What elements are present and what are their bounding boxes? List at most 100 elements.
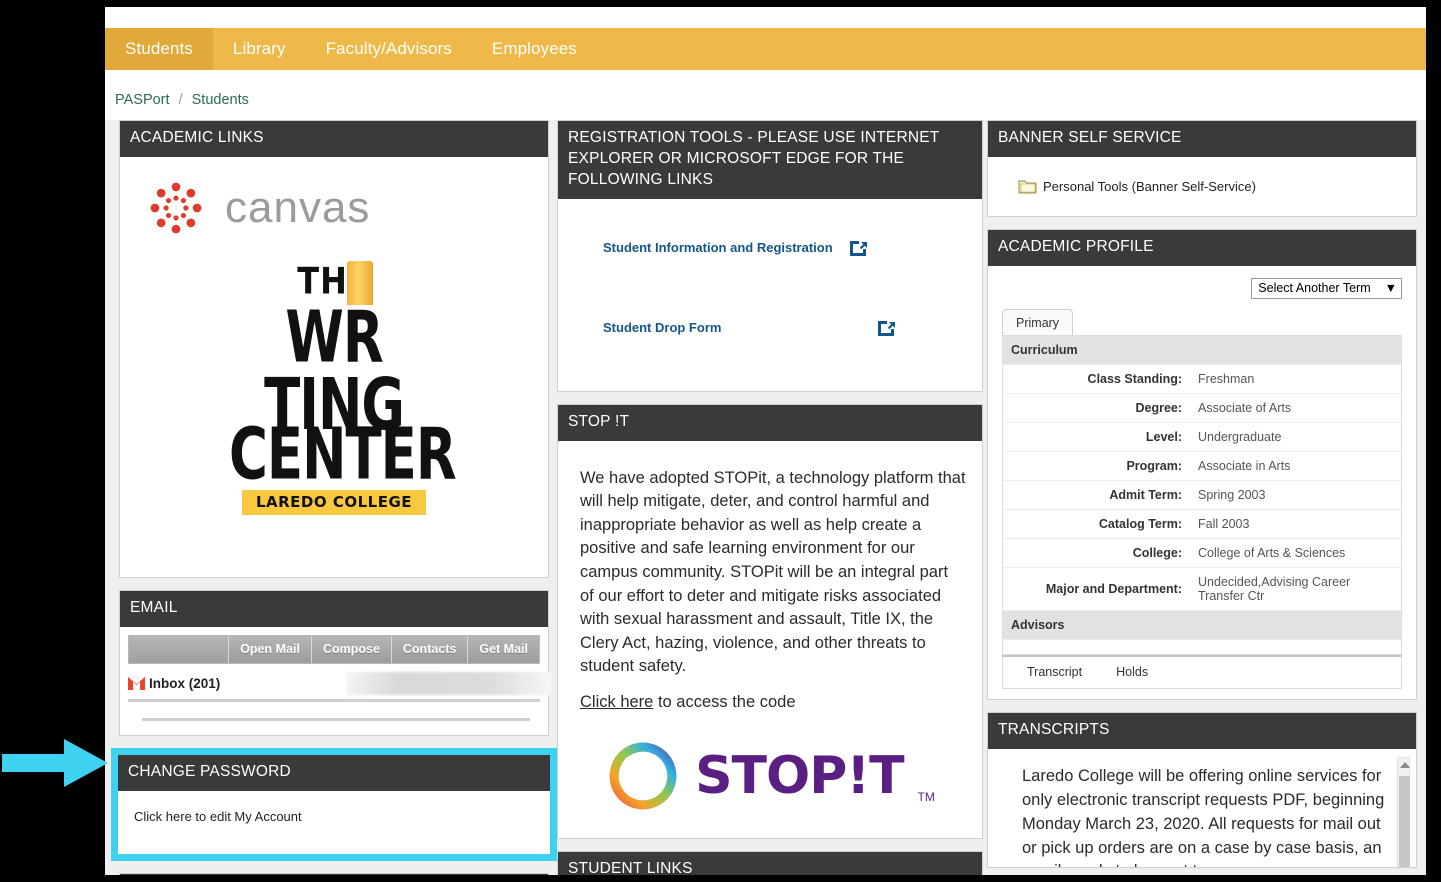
nav-tab-employees[interactable]: Employees: [472, 28, 597, 70]
scholarships-portlet: SCHOLARSHIPS: [119, 872, 549, 875]
student-links-portlet: STUDENT LINKS: [557, 851, 983, 875]
transcripts-body-text: Laredo College will be offering online s…: [1022, 766, 1385, 867]
curriculum-table: Curriculum Class Standing: Freshman Degr…: [1002, 334, 1402, 655]
academic-profile-portlet: ACADEMIC PROFILE Select Another Term ▼ P…: [987, 228, 1417, 700]
banner-self-service-title: BANNER SELF SERVICE: [988, 121, 1416, 157]
tab-primary[interactable]: Primary: [1002, 308, 1074, 335]
external-link-icon[interactable]: [877, 319, 899, 337]
chevron-down-icon: ▼: [1384, 280, 1397, 295]
banner-self-service-portlet: BANNER SELF SERVICE Personal Tools (Bann…: [987, 120, 1417, 217]
right-column: BANNER SELF SERVICE Personal Tools (Bann…: [987, 120, 1417, 875]
table-row: Major and Department: Undecided,Advising…: [1002, 567, 1402, 611]
major-department-label: Major and Department:: [1002, 567, 1191, 611]
student-information-registration-link[interactable]: Student Information and Registration: [603, 240, 833, 255]
canvas-link[interactable]: canvas: [130, 177, 538, 239]
program-label: Program:: [1002, 451, 1191, 481]
email-divider-2: [142, 717, 530, 721]
select-another-term-label: Select Another Term: [1258, 280, 1371, 295]
term-select-row: Select Another Term ▼: [1002, 277, 1402, 299]
stopit-click-here-link[interactable]: Click here: [580, 693, 653, 711]
breadcrumb-current[interactable]: Students: [192, 92, 249, 108]
table-row: College: College of Arts & Sciences: [1002, 538, 1402, 568]
content-area: ACADEMIC LINKS canvas THE WR TING CENTER…: [105, 120, 1426, 875]
scrollbar-thumb[interactable]: [1399, 775, 1410, 867]
student-drop-form-link[interactable]: Student Drop Form: [603, 320, 721, 335]
stopit-logo: STOP!T TM: [566, 738, 974, 814]
get-mail-button[interactable]: Get Mail: [467, 635, 539, 663]
table-row: Level: Undergraduate: [1002, 422, 1402, 452]
portal-page: Students Library Faculty/Advisors Employ…: [105, 7, 1426, 875]
table-row: Degree: Associate of Arts: [1002, 393, 1402, 423]
writing-center-logo[interactable]: THE WR TING CENTER LAREDO COLLEGE: [229, 260, 457, 515]
contacts-button[interactable]: Contacts: [390, 635, 468, 663]
college-value: College of Arts & Sciences: [1190, 538, 1402, 568]
tab-holds[interactable]: Holds: [1116, 665, 1148, 679]
table-row: Program: Associate in Arts: [1002, 451, 1402, 481]
degree-label: Degree:: [1002, 393, 1191, 423]
registration-link-row-2[interactable]: Student Drop Form: [603, 319, 972, 337]
stopit-link-suffix: to access the code: [653, 693, 796, 712]
registration-link-row-1[interactable]: Student Information and Registration: [603, 239, 972, 257]
table-row: Admit Term: Spring 2003: [1002, 480, 1402, 510]
open-mail-button[interactable]: Open Mail: [228, 635, 311, 663]
admit-term-label: Admit Term:: [1002, 480, 1191, 510]
breadcrumb-separator: /: [178, 92, 183, 108]
student-links-title: STUDENT LINKS: [558, 852, 982, 875]
table-row: Class Standing: Freshman: [1002, 364, 1402, 394]
table-row: Catalog Term: Fall 2003: [1002, 509, 1402, 539]
breadcrumb: PASPort / Students: [115, 92, 249, 108]
stopit-wordmark: STOP!T: [695, 746, 904, 807]
program-value: Associate in Arts: [1190, 451, 1402, 481]
profile-tabstrip: Primary: [1002, 308, 1402, 335]
stopit-trademark: TM: [917, 790, 935, 805]
redacted-email-address: [346, 671, 551, 695]
transcripts-portlet: TRANSCRIPTS Laredo College will be offer…: [987, 711, 1417, 868]
major-department-value: Undecided,Advising Career Transfer Ctr: [1190, 567, 1402, 611]
profile-bottom-tabs: Transcript Holds: [1002, 654, 1402, 689]
academic-links-title: ACADEMIC LINKS: [120, 121, 548, 157]
external-link-icon[interactable]: [849, 239, 871, 257]
class-standing-value: Freshman: [1190, 364, 1402, 394]
catalog-term-value: Fall 2003: [1190, 509, 1402, 539]
registration-tools-portlet: REGISTRATION TOOLS - PLEASE USE INTERNET…: [557, 120, 983, 392]
degree-value: Associate of Arts: [1190, 393, 1402, 423]
catalog-term-label: Catalog Term:: [1002, 509, 1191, 539]
edit-my-account-link[interactable]: Click here to edit My Account: [118, 791, 550, 854]
level-label: Level:: [1002, 422, 1191, 452]
folder-icon: [1018, 179, 1037, 194]
stopit-link-row: Click here to access the code: [580, 693, 974, 712]
change-password-highlight: CHANGE PASSWORD Click here to edit My Ac…: [111, 747, 557, 861]
class-standing-label: Class Standing:: [1002, 364, 1191, 394]
advisors-header-label: Advisors: [1002, 610, 1402, 640]
college-label: College:: [1002, 538, 1191, 568]
stopit-title: STOP !T: [558, 404, 982, 441]
writing-center-line3: CENTER: [229, 413, 457, 496]
scroll-up-arrow-icon[interactable]: [1400, 761, 1410, 768]
breadcrumb-root[interactable]: PASPort: [115, 92, 170, 108]
tab-transcript[interactable]: Transcript: [1027, 665, 1082, 679]
registration-tools-title: REGISTRATION TOOLS - PLEASE USE INTERNET…: [558, 121, 982, 199]
gmail-icon: [127, 676, 146, 691]
change-password-title: CHANGE PASSWORD: [118, 754, 550, 791]
inbox-label: Inbox (201): [149, 675, 221, 691]
stopit-body-text: We have adopted STOPit, a technology pla…: [580, 468, 966, 676]
nav-tab-students[interactable]: Students: [105, 28, 213, 70]
curriculum-header-label: Curriculum: [1002, 335, 1402, 365]
advisors-empty-row: [1003, 639, 1402, 654]
select-another-term-dropdown[interactable]: Select Another Term ▼: [1251, 277, 1402, 299]
email-title: EMAIL: [120, 590, 548, 627]
compose-button[interactable]: Compose: [310, 635, 391, 663]
nav-tab-faculty-advisors[interactable]: Faculty/Advisors: [306, 28, 472, 70]
middle-column: REGISTRATION TOOLS - PLEASE USE INTERNET…: [557, 120, 983, 875]
nav-tab-library[interactable]: Library: [213, 28, 306, 70]
left-column: ACADEMIC LINKS canvas THE WR TING CENTER…: [111, 120, 557, 875]
transcripts-scrollbar[interactable]: [1397, 756, 1410, 867]
stopit-swirl-icon: [609, 742, 677, 810]
personal-tools-link[interactable]: Personal Tools (Banner Self-Service): [1018, 179, 1416, 194]
annotation-arrow-icon: [2, 739, 108, 787]
personal-tools-label: Personal Tools (Banner Self-Service): [1043, 178, 1256, 194]
inbox-row[interactable]: Inbox (201): [127, 671, 551, 695]
canvas-logo-icon: [150, 182, 202, 234]
curriculum-section-header: Curriculum: [1002, 335, 1402, 365]
change-password-portlet: CHANGE PASSWORD Click here to edit My Ac…: [118, 754, 550, 854]
